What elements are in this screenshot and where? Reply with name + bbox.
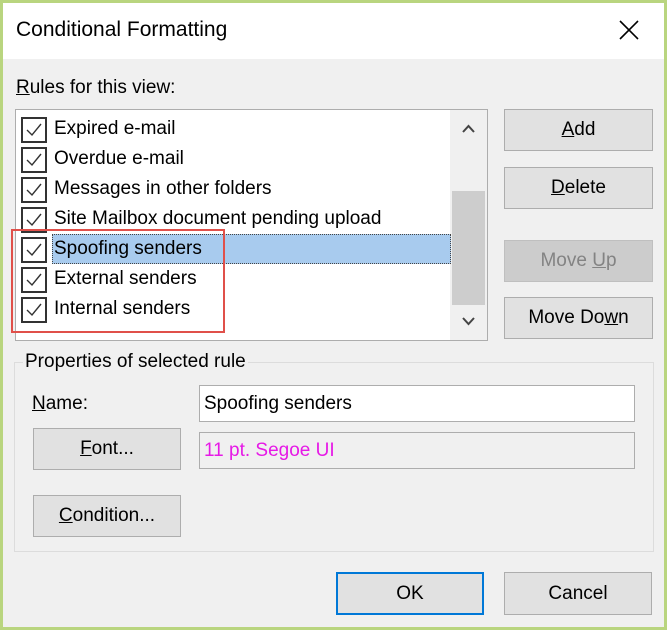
name-label-text: ame: [45, 393, 88, 414]
add-accel: A [561, 119, 575, 140]
condition-text: ondition... [72, 505, 156, 526]
rule-list-item[interactable]: Overdue e-mail [19, 144, 451, 174]
name-label: Name: [32, 393, 88, 415]
move-up-rest: p [605, 250, 617, 271]
font-button[interactable]: Font... [33, 428, 181, 470]
move-up-accel: U [592, 250, 606, 271]
ok-button[interactable]: OK [336, 572, 484, 615]
font-accel: F [80, 438, 92, 459]
vertical-scrollbar[interactable] [450, 110, 487, 340]
checkmark-icon [26, 213, 42, 227]
rule-label: Overdue e-mail [54, 148, 184, 169]
condition-button[interactable]: Condition... [33, 495, 181, 537]
scroll-thumb[interactable] [452, 191, 485, 305]
rule-label: Expired e-mail [54, 118, 176, 139]
add-text: dd [574, 119, 596, 140]
conditional-formatting-dialog: Conditional Formatting Rules for this vi… [3, 3, 664, 627]
checkmark-icon [26, 183, 42, 197]
rule-label: Messages in other folders [54, 178, 272, 199]
font-preview-field: 11 pt. Segoe UI [199, 432, 635, 469]
font-text: ont... [91, 438, 134, 459]
checkmark-icon [26, 153, 42, 167]
dialog-title: Conditional Formatting [16, 18, 228, 41]
rules-label-text: ules for this view: [29, 77, 176, 98]
scroll-up-icon[interactable] [450, 110, 487, 146]
add-button[interactable]: Add [504, 109, 653, 151]
close-icon[interactable] [614, 15, 644, 45]
title-bar: Conditional Formatting [3, 3, 664, 59]
move-down-rest: n [618, 307, 629, 328]
rule-checkbox[interactable] [21, 177, 47, 203]
rules-label-accel: R [16, 77, 30, 98]
rule-list-item[interactable]: Messages in other folders [19, 174, 451, 204]
properties-group-label: Properties of selected rule [23, 351, 248, 373]
rule-checkbox[interactable] [21, 117, 47, 143]
move-down-accel: w [604, 307, 619, 328]
rule-name-input[interactable]: Spoofing senders [199, 385, 635, 422]
move-up-text: Move [540, 250, 593, 271]
delete-accel: D [551, 177, 565, 198]
scroll-down-icon[interactable] [450, 304, 487, 340]
move-down-button[interactable]: Move Do w n [504, 297, 653, 339]
delete-button[interactable]: Delete [504, 167, 653, 209]
move-down-text: Move Do [528, 307, 605, 328]
condition-accel: C [58, 505, 73, 526]
delete-text: elete [564, 177, 606, 198]
annotation-highlight-box [11, 229, 225, 333]
rule-list-item[interactable]: Expired e-mail [19, 114, 451, 144]
cancel-button[interactable]: Cancel [504, 572, 652, 615]
rules-label: Rules for this view: [16, 77, 175, 99]
move-up-button[interactable]: Move Up [504, 240, 653, 282]
rule-checkbox[interactable] [21, 147, 47, 173]
checkmark-icon [26, 123, 42, 137]
name-label-accel: N [32, 393, 46, 414]
